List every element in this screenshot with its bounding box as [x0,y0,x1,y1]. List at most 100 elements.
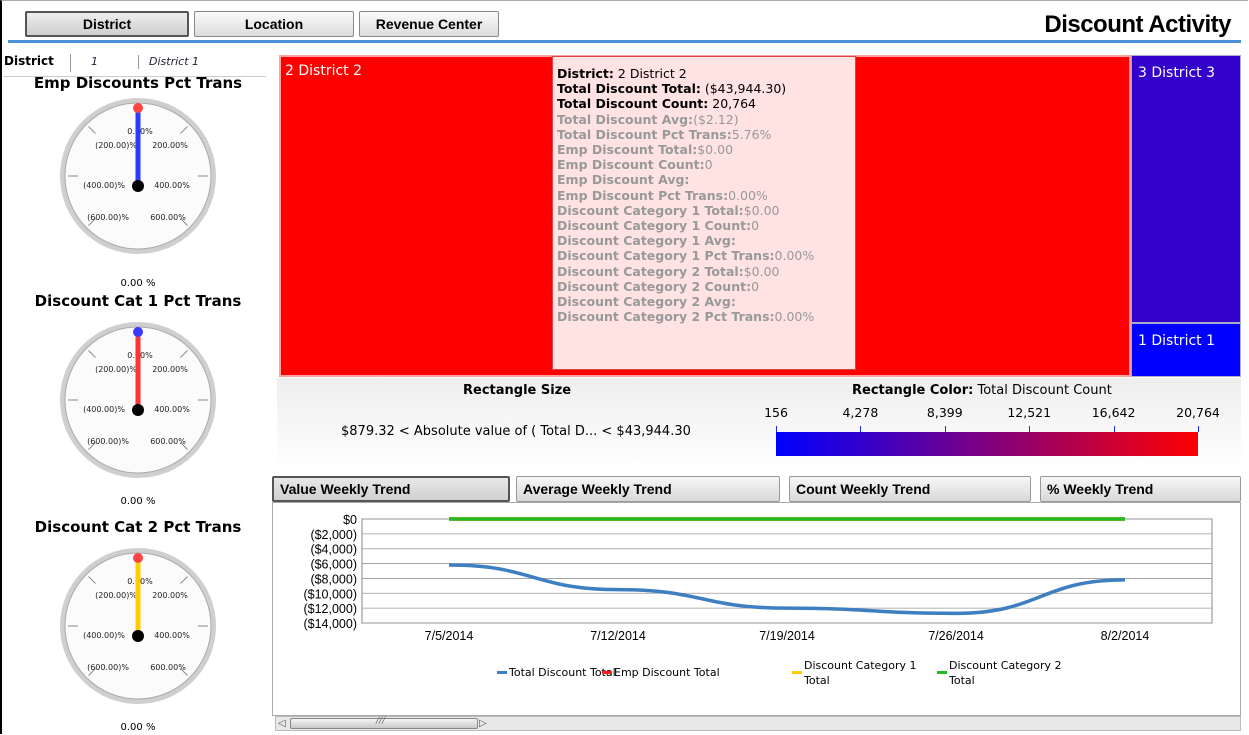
treemap-label: 1 District 1 [1138,333,1215,349]
x-tick-label: 7/19/2014 [759,629,815,643]
tooltip-key: Discount Category 2 Avg: [557,294,736,310]
color-tick-label: 8,399 [926,405,963,420]
color-tick-label: 156 [764,405,788,420]
gauge-hub [132,404,144,416]
y-tick-label: ($4,000) [310,543,357,557]
tooltip-key: Discount Category 2 Count: [557,278,752,294]
breadcrumb-level[interactable]: 1 [91,55,98,68]
legend-label: Total [948,674,975,687]
x-tick-label: 7/12/2014 [590,629,646,643]
horizontal-scrollbar[interactable]: ◁ /// ▷ [275,716,1241,731]
tooltip-key: Emp Discount Total: [557,142,698,158]
gauge-tick-label: (600.00)% [87,213,129,222]
tooltip-key: Discount Category 1 Count: [557,218,752,234]
scroll-right-icon[interactable]: ▷ [479,718,487,729]
tooltip-value: $0.00 [743,202,780,218]
tooltip-line: Total Discount Avg:($2.12) [557,112,855,127]
tab-count-weekly-trend[interactable]: Count Weekly Trend [789,476,1031,502]
gauge-tick-label: 200.00% [152,591,188,600]
gauge-needle-tip [133,553,143,563]
color-tick-label: 12,521 [1007,405,1052,420]
tooltip-line: Emp Discount Total:$0.00 [557,142,855,157]
tooltip-value: 0.00% [728,187,768,203]
gauge-value-cat2: 0.00 % [120,722,156,733]
tooltip-value: $0.00 [697,142,734,158]
grip-icon: /// [376,716,386,726]
tooltip-key: Discount Category 1 Avg: [557,233,736,249]
gauge-cat1-pct: 0.00%(200.00)%200.00%(400.00)%400.00%(60… [60,322,216,478]
color-legend-title: Rectangle Color: Total Discount Count [852,383,1112,398]
legend-label: Total [803,674,830,687]
gauge-tick-label: 400.00% [154,631,190,640]
gauge-tick-label: (600.00)% [87,437,129,446]
tooltip-value: 20,764 [708,96,756,112]
tooltip-line: Emp Discount Count:0 [557,157,855,172]
gauge-title-emp: Emp Discounts Pct Trans [33,74,243,92]
gauge-tick-label: 600.00% [150,437,186,446]
gauge-tick-label: 200.00% [152,141,188,150]
breadcrumb-separator [70,54,71,72]
y-tick-label: ($2,000) [310,528,357,542]
page-title: Discount Activity [1044,11,1231,38]
y-tick-label: ($10,000) [303,587,357,601]
scroll-left-icon[interactable]: ◁ [278,718,286,729]
gauge-tick-label: (400.00)% [83,631,125,640]
treemap-tooltip: District: 2 District 2 Total Discount Tot… [552,56,856,370]
tooltip-key: District: [557,66,614,81]
tab-revenue-center[interactable]: Revenue Center [359,11,499,37]
y-tick-label: ($12,000) [303,602,357,616]
weekly-trend-chart: $0($2,000)($4,000)($6,000)($8,000)($10,0… [303,513,1213,687]
tooltip-key: Total Discount Count: [557,96,709,112]
header-divider [8,40,1241,43]
treemap-cell-district-1[interactable]: 1 District 1 [1131,323,1241,377]
y-tick-label: ($8,000) [310,572,357,586]
y-tick-label: ($14,000) [303,617,357,631]
scroll-thumb[interactable]: /// [290,716,478,729]
tooltip-key: Total Discount Avg: [557,111,694,127]
tooltip-key: Emp Discount Count: [557,157,705,173]
tooltip-line: Discount Category 2 Count:0 [557,279,855,294]
legend-label: Discount Category 1 [804,659,917,672]
gauge-needle-tip [133,103,143,113]
tooltip-line: Discount Category 2 Pct Trans:0.00% [557,309,855,324]
gauge-value-emp: 0.00 % [120,278,156,289]
y-tick-label: ($6,000) [310,558,357,572]
gauge-emp-pct: 0.00%(200.00)%200.00%(400.00)%400.00%(60… [60,98,216,254]
gauge-title-cat2: Discount Cat 2 Pct Trans [34,518,242,536]
gauge-tick-label: 400.00% [154,405,190,414]
tab-location[interactable]: Location [194,11,354,37]
legend-swatch [602,671,612,674]
legend-swatch [497,671,507,674]
gauge-title-cat1: Discount Cat 1 Pct Trans [34,292,242,310]
gauge-tick-label: 200.00% [152,365,188,374]
gauge-tick-label: 400.00% [154,181,190,190]
tooltip-key: Total Discount Total: [557,81,701,97]
tooltip-key: Total Discount Pct Trans: [557,126,732,142]
size-legend-title: Rectangle Size [463,383,572,398]
tooltip-value: 0.00% [774,309,815,325]
gauge-hub [132,630,144,642]
gauge-tick-label: 600.00% [150,213,186,222]
tab-value-weekly-trend[interactable]: Value Weekly Trend [272,476,510,502]
legend-swatch [792,671,802,674]
tooltip-key: Discount Category 1 Pct Trans: [557,248,775,264]
gauge-tick-label: (600.00)% [87,663,129,672]
tooltip-key: Discount Category 1 Total: [557,202,744,218]
treemap-label: 2 District 2 [285,63,362,79]
legend-label: Emp Discount Total [614,666,720,679]
legend-label: Total Discount Total [508,666,616,679]
treemap-cell-district-3[interactable]: 3 District 3 [1131,55,1241,323]
tooltip-line: Emp Discount Avg: [557,172,855,187]
tab-district[interactable]: District [25,11,189,37]
tooltip-value: 0.00% [774,248,815,264]
gauge-tick-label: (200.00)% [95,365,137,374]
color-tick-label: 20,764 [1176,405,1220,420]
tab-average-weekly-trend[interactable]: Average Weekly Trend [516,476,780,502]
tooltip-value: 0 [751,218,760,234]
tooltip-key: Emp Discount Avg: [557,172,690,188]
gauge-tick-label: (400.00)% [83,405,125,414]
breadcrumb-value[interactable]: District 1 [149,55,199,68]
x-tick-label: 8/2/2014 [1101,629,1150,643]
tab-percent-weekly-trend[interactable]: % Weekly Trend [1040,476,1241,502]
color-tick-mark [1198,426,1199,432]
